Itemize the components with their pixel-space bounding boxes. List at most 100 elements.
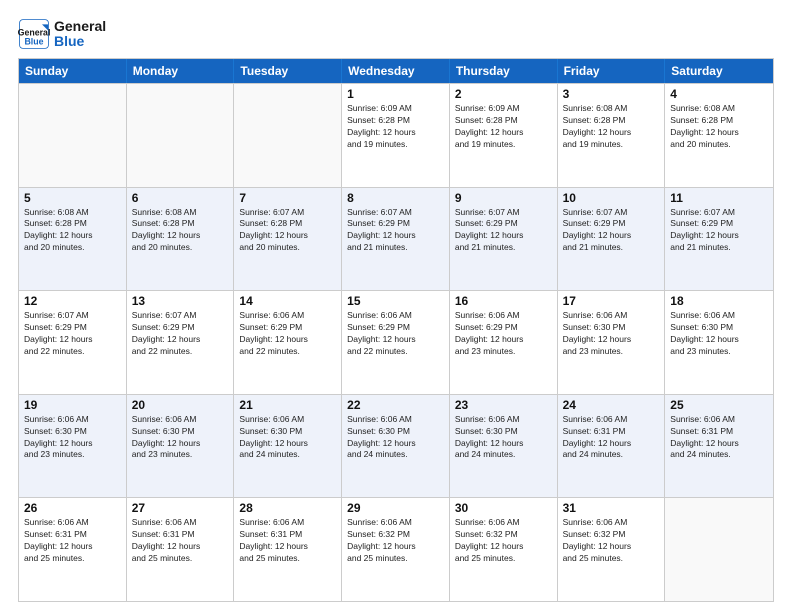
cal-cell-12: 12 Sunrise: 6:07 AM Sunset: 6:29 PM Dayli…	[19, 291, 127, 394]
cal-header-tuesday: Tuesday	[234, 59, 342, 83]
cell-date-27: 27	[132, 501, 229, 515]
cal-week-4: 19 Sunrise: 6:06 AM Sunset: 6:30 PM Dayli…	[19, 394, 773, 498]
cell-info-9: Sunrise: 6:07 AM Sunset: 6:29 PM Dayligh…	[455, 207, 552, 255]
cal-cell-2: 2 Sunrise: 6:09 AM Sunset: 6:28 PM Daylig…	[450, 84, 558, 187]
cal-cell-28: 28 Sunrise: 6:06 AM Sunset: 6:31 PM Dayli…	[234, 498, 342, 601]
cal-cell-26: 26 Sunrise: 6:06 AM Sunset: 6:31 PM Dayli…	[19, 498, 127, 601]
cal-cell-15: 15 Sunrise: 6:06 AM Sunset: 6:29 PM Dayli…	[342, 291, 450, 394]
cell-date-22: 22	[347, 398, 444, 412]
cal-week-2: 5 Sunrise: 6:08 AM Sunset: 6:28 PM Daylig…	[19, 187, 773, 291]
cell-info-6: Sunrise: 6:08 AM Sunset: 6:28 PM Dayligh…	[132, 207, 229, 255]
cell-info-8: Sunrise: 6:07 AM Sunset: 6:29 PM Dayligh…	[347, 207, 444, 255]
cell-date-12: 12	[24, 294, 121, 308]
cal-cell-19: 19 Sunrise: 6:06 AM Sunset: 6:30 PM Dayli…	[19, 395, 127, 498]
cell-info-4: Sunrise: 6:08 AM Sunset: 6:28 PM Dayligh…	[670, 103, 768, 151]
cal-cell-24: 24Sunrise: 6:06 AM Sunset: 6:31 PM Dayli…	[558, 395, 666, 498]
cal-cell-17: 17 Sunrise: 6:06 AM Sunset: 6:30 PM Dayli…	[558, 291, 666, 394]
cal-cell-21: 21Sunrise: 6:06 AM Sunset: 6:30 PM Dayli…	[234, 395, 342, 498]
cell-info-26: Sunrise: 6:06 AM Sunset: 6:31 PM Dayligh…	[24, 517, 121, 565]
cal-cell-7: 7Sunrise: 6:07 AM Sunset: 6:28 PM Daylig…	[234, 188, 342, 291]
cal-header-wednesday: Wednesday	[342, 59, 450, 83]
cal-cell-10: 10 Sunrise: 6:07 AM Sunset: 6:29 PM Dayli…	[558, 188, 666, 291]
header: General Blue GeneralBlue	[18, 18, 774, 50]
cell-info-1: Sunrise: 6:09 AM Sunset: 6:28 PM Dayligh…	[347, 103, 444, 151]
cell-info-22: Sunrise: 6:06 AM Sunset: 6:30 PM Dayligh…	[347, 414, 444, 462]
cell-date-11: 11	[670, 191, 768, 205]
cell-date-25: 25	[670, 398, 768, 412]
cal-header-thursday: Thursday	[450, 59, 558, 83]
cal-cell-14: 14Sunrise: 6:06 AM Sunset: 6:29 PM Dayli…	[234, 291, 342, 394]
cell-date-9: 9	[455, 191, 552, 205]
cell-info-15: Sunrise: 6:06 AM Sunset: 6:29 PM Dayligh…	[347, 310, 444, 358]
cell-date-1: 1	[347, 87, 444, 101]
cell-info-30: Sunrise: 6:06 AM Sunset: 6:32 PM Dayligh…	[455, 517, 552, 565]
cell-info-28: Sunrise: 6:06 AM Sunset: 6:31 PM Dayligh…	[239, 517, 336, 565]
cell-date-6: 6	[132, 191, 229, 205]
cell-info-13: Sunrise: 6:07 AM Sunset: 6:29 PM Dayligh…	[132, 310, 229, 358]
cell-info-18: Sunrise: 6:06 AM Sunset: 6:30 PM Dayligh…	[670, 310, 768, 358]
cell-date-2: 2	[455, 87, 552, 101]
calendar-header: SundayMondayTuesdayWednesdayThursdayFrid…	[19, 59, 773, 83]
cal-cell-6: 6 Sunrise: 6:08 AM Sunset: 6:28 PM Daylig…	[127, 188, 235, 291]
logo: General Blue GeneralBlue	[18, 18, 106, 50]
cal-cell-31: 31 Sunrise: 6:06 AM Sunset: 6:32 PM Dayli…	[558, 498, 666, 601]
cell-info-20: Sunrise: 6:06 AM Sunset: 6:30 PM Dayligh…	[132, 414, 229, 462]
cal-cell-30: 30 Sunrise: 6:06 AM Sunset: 6:32 PM Dayli…	[450, 498, 558, 601]
cell-info-2: Sunrise: 6:09 AM Sunset: 6:28 PM Dayligh…	[455, 103, 552, 151]
cell-date-10: 10	[563, 191, 660, 205]
cell-date-17: 17	[563, 294, 660, 308]
cell-info-27: Sunrise: 6:06 AM Sunset: 6:31 PM Dayligh…	[132, 517, 229, 565]
cell-info-7: Sunrise: 6:07 AM Sunset: 6:28 PM Dayligh…	[239, 207, 336, 255]
cell-info-17: Sunrise: 6:06 AM Sunset: 6:30 PM Dayligh…	[563, 310, 660, 358]
cell-date-26: 26	[24, 501, 121, 515]
cal-cell-23: 23 Sunrise: 6:06 AM Sunset: 6:30 PM Dayli…	[450, 395, 558, 498]
cal-week-1: 1 Sunrise: 6:09 AM Sunset: 6:28 PM Daylig…	[19, 83, 773, 187]
cell-date-30: 30	[455, 501, 552, 515]
logo-icon: General Blue	[18, 18, 50, 50]
cal-week-5: 26 Sunrise: 6:06 AM Sunset: 6:31 PM Dayli…	[19, 497, 773, 601]
cell-info-11: Sunrise: 6:07 AM Sunset: 6:29 PM Dayligh…	[670, 207, 768, 255]
cell-info-3: Sunrise: 6:08 AM Sunset: 6:28 PM Dayligh…	[563, 103, 660, 151]
cell-date-28: 28	[239, 501, 336, 515]
cell-date-23: 23	[455, 398, 552, 412]
cal-cell-25: 25Sunrise: 6:06 AM Sunset: 6:31 PM Dayli…	[665, 395, 773, 498]
cal-cell-3: 3Sunrise: 6:08 AM Sunset: 6:28 PM Daylig…	[558, 84, 666, 187]
cell-info-10: Sunrise: 6:07 AM Sunset: 6:29 PM Dayligh…	[563, 207, 660, 255]
logo-text: GeneralBlue	[54, 19, 106, 50]
cal-header-monday: Monday	[127, 59, 235, 83]
calendar-body: 1 Sunrise: 6:09 AM Sunset: 6:28 PM Daylig…	[19, 83, 773, 601]
cell-date-21: 21	[239, 398, 336, 412]
cal-cell-empty	[127, 84, 235, 187]
cal-week-3: 12 Sunrise: 6:07 AM Sunset: 6:29 PM Dayli…	[19, 290, 773, 394]
cal-cell-27: 27 Sunrise: 6:06 AM Sunset: 6:31 PM Dayli…	[127, 498, 235, 601]
cal-cell-20: 20 Sunrise: 6:06 AM Sunset: 6:30 PM Dayli…	[127, 395, 235, 498]
cal-cell-16: 16 Sunrise: 6:06 AM Sunset: 6:29 PM Dayli…	[450, 291, 558, 394]
cell-date-14: 14	[239, 294, 336, 308]
cell-date-15: 15	[347, 294, 444, 308]
cell-date-18: 18	[670, 294, 768, 308]
cell-date-13: 13	[132, 294, 229, 308]
cal-cell-1: 1 Sunrise: 6:09 AM Sunset: 6:28 PM Daylig…	[342, 84, 450, 187]
cell-date-29: 29	[347, 501, 444, 515]
cell-date-8: 8	[347, 191, 444, 205]
cell-info-24: Sunrise: 6:06 AM Sunset: 6:31 PM Dayligh…	[563, 414, 660, 462]
cell-date-5: 5	[24, 191, 121, 205]
cal-header-saturday: Saturday	[665, 59, 773, 83]
cell-date-19: 19	[24, 398, 121, 412]
cal-cell-empty	[19, 84, 127, 187]
cal-header-friday: Friday	[558, 59, 666, 83]
cell-date-20: 20	[132, 398, 229, 412]
cell-info-19: Sunrise: 6:06 AM Sunset: 6:30 PM Dayligh…	[24, 414, 121, 462]
cal-cell-9: 9 Sunrise: 6:07 AM Sunset: 6:29 PM Daylig…	[450, 188, 558, 291]
cell-info-31: Sunrise: 6:06 AM Sunset: 6:32 PM Dayligh…	[563, 517, 660, 565]
svg-text:Blue: Blue	[24, 36, 43, 46]
cell-info-12: Sunrise: 6:07 AM Sunset: 6:29 PM Dayligh…	[24, 310, 121, 358]
cal-cell-empty	[234, 84, 342, 187]
cell-info-29: Sunrise: 6:06 AM Sunset: 6:32 PM Dayligh…	[347, 517, 444, 565]
cell-info-23: Sunrise: 6:06 AM Sunset: 6:30 PM Dayligh…	[455, 414, 552, 462]
cal-cell-8: 8 Sunrise: 6:07 AM Sunset: 6:29 PM Daylig…	[342, 188, 450, 291]
cell-date-31: 31	[563, 501, 660, 515]
cell-info-16: Sunrise: 6:06 AM Sunset: 6:29 PM Dayligh…	[455, 310, 552, 358]
cell-date-16: 16	[455, 294, 552, 308]
cell-date-4: 4	[670, 87, 768, 101]
